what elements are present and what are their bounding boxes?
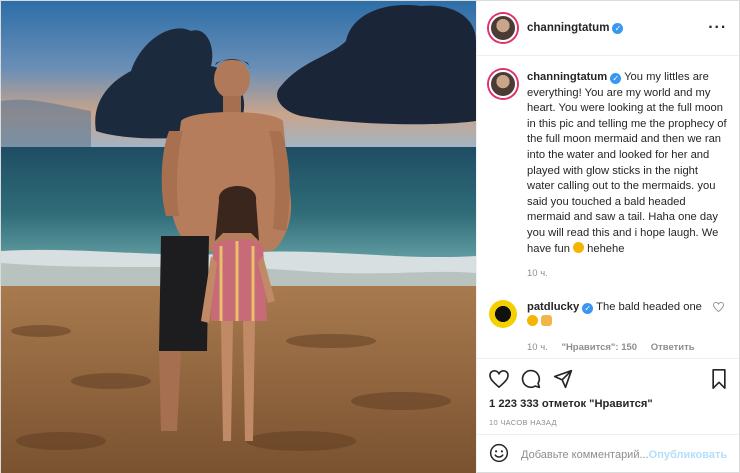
verified-badge-icon: ✓ <box>612 22 624 34</box>
verified-badge-icon: ✓ <box>610 73 622 84</box>
likes-number: 1 223 333 <box>489 398 539 410</box>
heart-icon[interactable] <box>489 369 509 388</box>
caption-text: You my littles are everything! You are m… <box>527 71 727 255</box>
post-photo[interactable] <box>1 1 476 473</box>
comment-item: patdlucky ✓ The bald headed one 10 ч. "Нр… <box>489 299 727 356</box>
likes-label: отметок "Нравится" <box>541 398 653 410</box>
caption-comment: channingtatum ✓ You my littles are everyt… <box>489 70 727 282</box>
comments-list: channingtatum ✓ You my littles are everyt… <box>477 56 739 358</box>
caption-author-username[interactable]: channingtatum <box>527 71 607 83</box>
comment-text: The bald headed one <box>596 300 702 313</box>
comment-icon[interactable] <box>521 369 541 389</box>
likes-count[interactable]: 1 223 333 отметок "Нравится" <box>477 398 739 414</box>
post-time-ago[interactable]: 10 ЧАСОВ НАЗАД <box>477 414 739 434</box>
author-username[interactable]: channingtatum <box>527 22 609 34</box>
share-icon[interactable] <box>553 369 573 389</box>
add-comment-bar: Добавьте комментарий... Опубликовать <box>477 434 740 473</box>
comment-like-heart-icon[interactable] <box>713 300 727 356</box>
publish-button[interactable]: Опубликовать <box>649 449 728 461</box>
post-header: channingtatum ✓ ··· <box>477 1 740 56</box>
commenter-username[interactable]: patdlucky <box>527 301 579 313</box>
verified-badge-icon: ✓ <box>582 302 594 314</box>
comment-time[interactable]: 10 ч. <box>527 342 548 353</box>
commenter-avatar[interactable] <box>489 299 517 328</box>
post-sidebar: channingtatum ✓ ··· channingtatum ✓ You m… <box>476 1 740 473</box>
comment-body: patdlucky ✓ The bald headed one 10 ч. "Нр… <box>527 300 707 356</box>
clapping-hands-emoji-icon <box>541 315 553 327</box>
heart-eyes-emoji-icon <box>573 241 585 253</box>
caption-tail-text: hehehe <box>587 242 625 255</box>
comment-likes[interactable]: "Нравится": 150 <box>561 342 637 353</box>
comment-input[interactable]: Добавьте комментарий... <box>521 449 649 461</box>
caption-time[interactable]: 10 ч. <box>527 268 548 279</box>
emoji-icon[interactable] <box>489 443 509 466</box>
laughing-emoji-icon <box>527 315 538 327</box>
more-options-icon[interactable]: ··· <box>708 19 727 37</box>
post-actions <box>477 358 740 398</box>
caption-meta: 10 ч. <box>527 266 727 282</box>
author-avatar[interactable] <box>489 14 517 42</box>
caption-author-avatar[interactable] <box>489 70 517 98</box>
caption-body: channingtatum ✓ You my littles are everyt… <box>527 70 727 282</box>
post-container: channingtatum ✓ ··· channingtatum ✓ You m… <box>0 0 740 473</box>
comment-meta: 10 ч. "Нравится": 150 Ответить <box>527 340 707 356</box>
bookmark-icon[interactable] <box>711 368 727 389</box>
beach-photo-image <box>1 1 476 473</box>
comment-reply-button[interactable]: Ответить <box>651 342 695 353</box>
